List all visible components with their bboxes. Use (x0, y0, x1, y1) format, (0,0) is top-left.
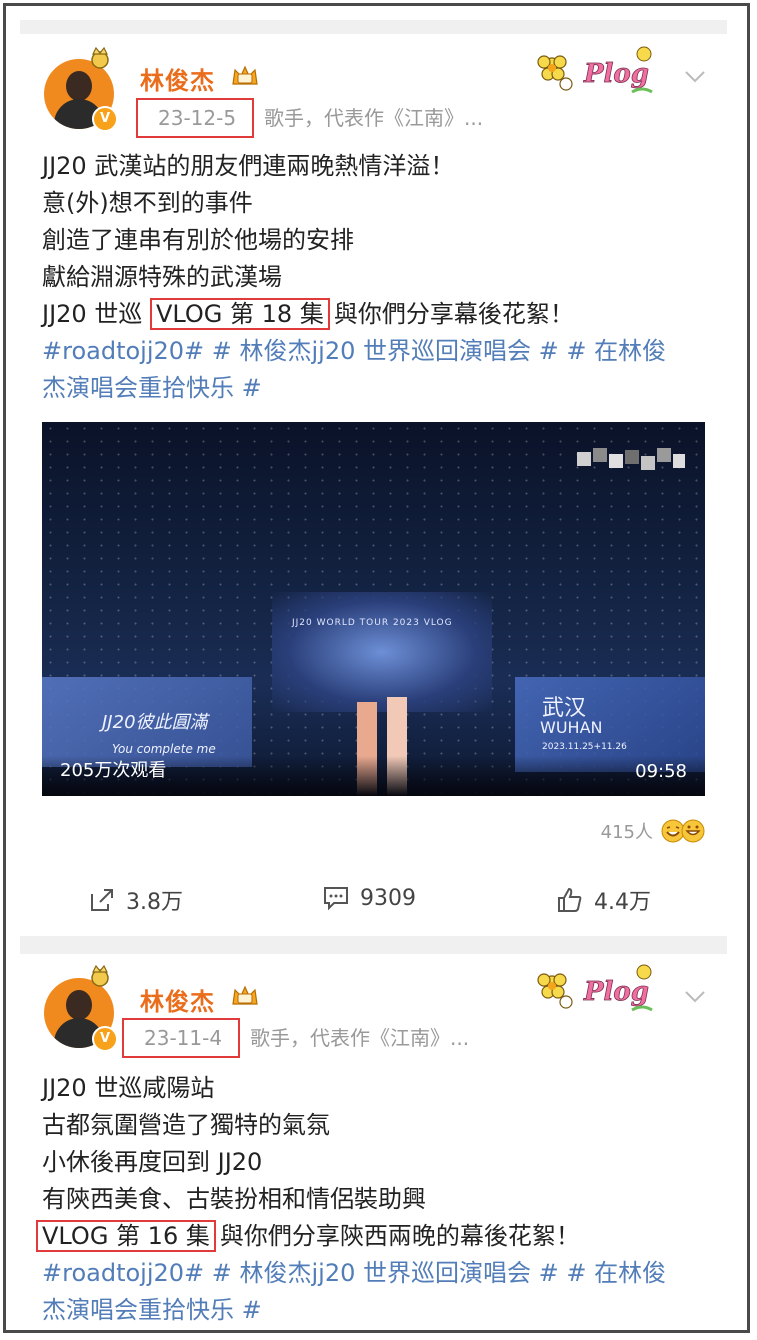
avatar-pendant-icon (91, 46, 109, 69)
weibo-post-2[interactable]: V 林俊杰 23-11-4 歌手，代表作《江南》... Plog JJ20 世巡咸… (20, 954, 727, 1330)
post-meta: 23-11-4 歌手，代表作《江南》... (122, 1018, 469, 1058)
thumbs-up-icon (558, 887, 582, 912)
post-line: JJ20 世巡咸陽站 (42, 1074, 215, 1102)
post-date[interactable]: 23-12-5 (136, 98, 255, 138)
like-button[interactable]: 4.4万 (556, 884, 651, 916)
verified-badge-icon: V (92, 1026, 118, 1052)
vlog-line: VLOG 第 16 集與你們分享陝西兩晚的幕後花絮！ (36, 1218, 712, 1255)
post-meta: 23-12-5 歌手，代表作《江南》... (136, 98, 483, 138)
member-crown-icon (232, 65, 258, 85)
post-line: JJ20 武漢站的朋友們連兩晚熱情洋溢！ (42, 152, 455, 180)
video-duration: 09:58 (635, 761, 687, 782)
comment-count: 9309 (360, 885, 416, 911)
post-date[interactable]: 23-11-4 (122, 1018, 241, 1058)
grin-emoji-icon (681, 819, 705, 843)
avatar-head (66, 71, 92, 101)
reactions-count: 415人 (600, 822, 653, 843)
plog-sticker-icon: Plog (537, 46, 653, 94)
share-icon (91, 889, 113, 911)
post-line: 獻給淵源特殊的武漢場 (42, 263, 282, 291)
vlog-episode-label: VLOG 第 18 集 (149, 298, 330, 330)
vlog-prefix: JJ20 世巡 (42, 300, 143, 328)
plog-sticker-text: Plog (583, 977, 649, 1007)
vlog-line: JJ20 世巡 VLOG 第 18 集與你們分享幕後花絮！ (42, 296, 712, 333)
member-crown-icon (232, 985, 258, 1005)
vlog-suffix: 與你們分享陝西兩晚的幕後花絮！ (219, 1222, 580, 1250)
author-bio: 歌手，代表作《江南》... (264, 106, 484, 130)
comment-button[interactable]: 9309 (322, 884, 416, 912)
stage-glow (272, 592, 492, 712)
right-screen-subtext: WUHAN (540, 718, 603, 737)
feed-divider (20, 936, 727, 954)
left-screen-text: JJ20彼此圓滿 (102, 712, 208, 733)
post-line: 有陝西美食、古裝扮相和情侶裝助興 (42, 1185, 426, 1213)
post-line: 小休後再度回到 JJ20 (42, 1148, 263, 1176)
action-bar: 3.8万 9309 4.4万 (20, 884, 727, 924)
left-screen-subtext: You complete me (112, 742, 216, 756)
chevron-down-icon[interactable] (684, 990, 706, 1004)
avatar-pendant-icon (91, 964, 109, 987)
chevron-down-icon[interactable] (684, 70, 706, 84)
hashtag-line[interactable]: 杰演唱会重拾快乐 # (42, 1292, 712, 1329)
post-text: JJ20 武漢站的朋友們連兩晚熱情洋溢！ 意(外)想不到的事件 創造了連串有別於… (42, 148, 712, 407)
comment-icon (324, 887, 348, 911)
author-bio: 歌手，代表作《江南》... (250, 1026, 470, 1050)
reactions-summary[interactable]: 415人 (601, 818, 705, 844)
post-line: 創造了連串有別於他場的安排 (42, 226, 354, 254)
right-screen-date: 2023.11.25+11.26 (542, 742, 627, 752)
hashtag-line[interactable]: 杰演唱会重拾快乐 # (42, 370, 712, 407)
video-player[interactable]: JJ20 WORLD TOUR 2023 VLOG JJ20彼此圓滿 You c… (42, 422, 705, 796)
video-view-count: 205万次观看 (60, 760, 167, 781)
feed-top-divider (20, 20, 727, 34)
author-name[interactable]: 林俊杰 (140, 982, 215, 1017)
vlog-episode-label: VLOG 第 16 集 (36, 1220, 216, 1252)
author-name[interactable]: 林俊杰 (140, 61, 215, 96)
post-line: 意(外)想不到的事件 (42, 189, 253, 217)
stage-title: JJ20 WORLD TOUR 2023 VLOG (292, 618, 453, 628)
hashtag-line[interactable]: #roadtojj20# # 林俊杰jj20 世界巡回演唱会 # # 在林俊 (42, 333, 712, 370)
post-line: 古都氛圍營造了獨特的氣氛 (42, 1111, 330, 1139)
share-count: 3.8万 (126, 890, 183, 915)
weibo-post-1[interactable]: V 林俊杰 23-12-5 歌手，代表作《江南》... Plog JJ20 武漢站… (20, 34, 727, 934)
watermark-mosaic (577, 448, 685, 470)
plog-sticker-text: Plog (583, 59, 649, 89)
verified-badge-icon: V (92, 106, 118, 132)
plog-sticker-icon: Plog (537, 964, 653, 1012)
vlog-suffix: 與你們分享幕後花絮！ (333, 300, 574, 328)
hashtag-line[interactable]: #roadtojj20# # 林俊杰jj20 世界巡回演唱会 # # 在林俊 (42, 1255, 712, 1292)
like-count: 4.4万 (594, 890, 651, 915)
share-button[interactable]: 3.8万 (88, 884, 183, 916)
avatar-head (66, 990, 92, 1020)
post-text: JJ20 世巡咸陽站 古都氛圍營造了獨特的氣氛 小休後再度回到 JJ20 有陝西… (36, 1070, 712, 1329)
